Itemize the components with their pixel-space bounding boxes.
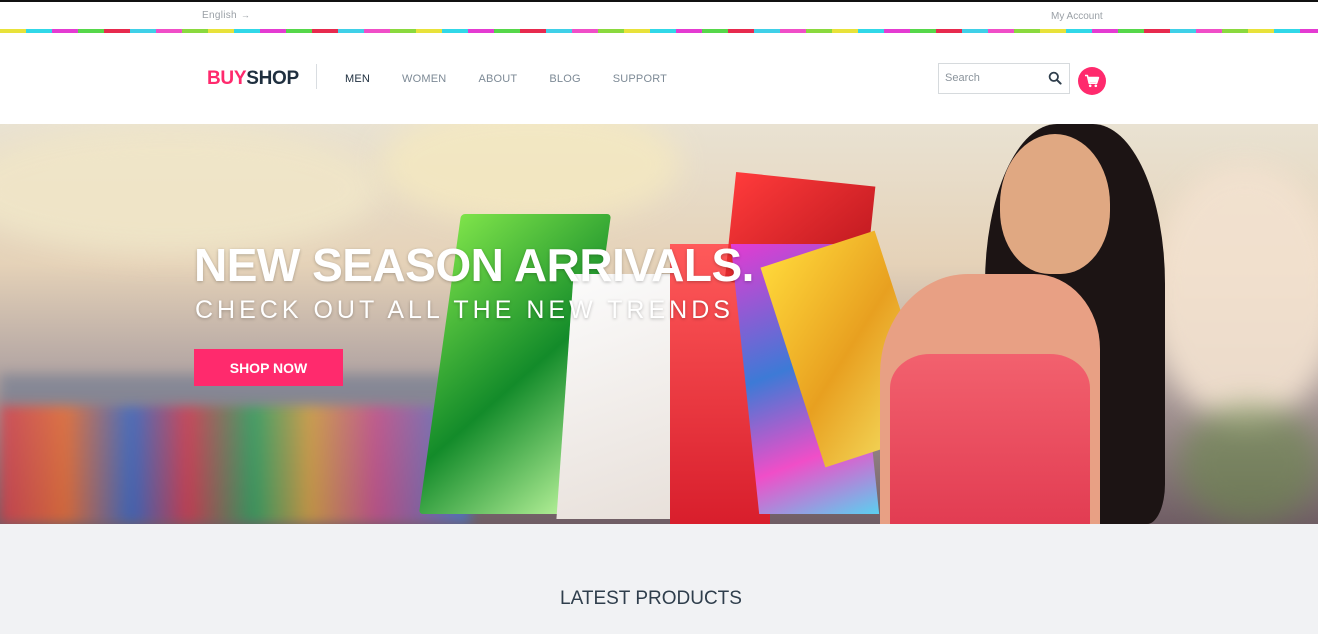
hero-banner: NEW SEASON ARRIVALS. CHECK OUT ALL THE N… — [0, 124, 1318, 524]
language-caret-icon: → — [240, 10, 251, 20]
nav-item-about[interactable]: ABOUT — [478, 73, 517, 85]
search-box — [938, 63, 1070, 94]
site-header: BUYSHOP MEN WOMEN ABOUT BLOG SUPPORT — [0, 33, 1318, 124]
hero-title: NEW SEASON ARRIVALS. — [194, 239, 754, 291]
cart-button[interactable] — [1078, 67, 1106, 95]
nav-item-women[interactable]: WOMEN — [402, 73, 446, 85]
nav-item-support[interactable]: SUPPORT — [613, 73, 667, 85]
search-icon[interactable] — [1048, 71, 1062, 85]
my-account-link[interactable]: My Account — [1051, 11, 1103, 22]
store-shelf — [0, 404, 470, 524]
section-heading: LATEST PRODUCTS — [560, 588, 742, 609]
shop-now-button[interactable]: SHOP NOW — [194, 349, 343, 386]
background-light — [1150, 164, 1318, 424]
site-logo[interactable]: BUYSHOP — [207, 68, 299, 90]
woman-face — [1000, 134, 1110, 274]
language-selector[interactable]: English → — [202, 10, 250, 21]
logo-buy: BUY — [207, 68, 247, 89]
top-bar: English → My Account — [0, 0, 1318, 29]
background-light — [380, 124, 680, 224]
language-label: English — [202, 10, 237, 21]
latest-products-section: LATEST PRODUCTS — [0, 524, 1318, 634]
background-light — [0, 124, 380, 254]
woman-dress — [890, 354, 1090, 524]
main-nav: MEN WOMEN ABOUT BLOG SUPPORT — [345, 73, 699, 85]
cart-icon — [1085, 74, 1100, 88]
search-input[interactable] — [945, 72, 1045, 84]
nav-item-blog[interactable]: BLOG — [549, 73, 580, 85]
hero-subtitle: CHECK OUT ALL THE NEW TRENDS — [195, 296, 734, 324]
logo-shop: SHOP — [246, 68, 299, 89]
background-people — [1180, 404, 1318, 524]
nav-item-men[interactable]: MEN — [345, 73, 370, 85]
header-divider — [316, 64, 317, 89]
